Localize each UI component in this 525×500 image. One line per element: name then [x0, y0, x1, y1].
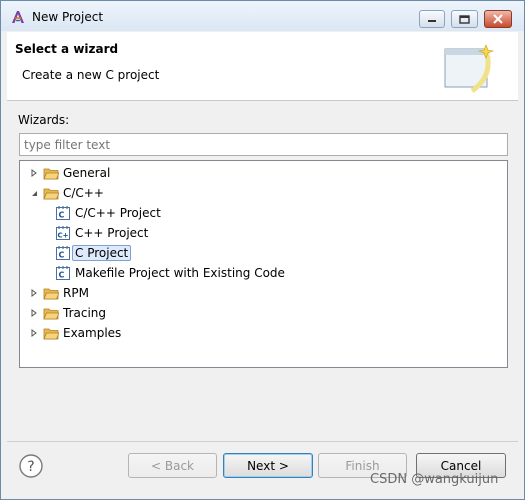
- wizard-tree[interactable]: General C/C++ C C/C++ Project C+ C++ Pro…: [19, 160, 508, 368]
- tree-item-label: Examples: [63, 326, 122, 340]
- tree-item-examples[interactable]: Examples: [28, 323, 121, 343]
- window-title: New Project: [32, 10, 104, 24]
- minimize-button[interactable]: [419, 10, 445, 28]
- tree-item-label: C/C++: [63, 186, 104, 200]
- folder-icon: [43, 168, 59, 180]
- tree-item-label: RPM: [63, 286, 89, 300]
- maximize-button[interactable]: [451, 10, 478, 28]
- new-wizard-banner-icon: [444, 44, 494, 93]
- tree-item-c-cpp[interactable]: C/C++: [28, 183, 104, 203]
- close-button[interactable]: [484, 10, 512, 28]
- tree-item-c-project[interactable]: C C Project: [55, 243, 132, 263]
- wizard-content: Wizards: General C/C++ C C/C++ Project C…: [7, 101, 518, 438]
- expand-arrow-icon[interactable]: [28, 287, 40, 299]
- tree-item-tracing[interactable]: Tracing: [28, 303, 106, 323]
- cpp-project-icon: C+: [56, 226, 70, 240]
- eclipse-app-icon: [12, 11, 24, 23]
- new-project-dialog: New Project Select a wizard Create a new…: [0, 0, 525, 500]
- maximize-icon: [459, 14, 470, 24]
- header-title: Select a wizard: [15, 42, 119, 56]
- title-bar[interactable]: New Project: [1, 1, 524, 31]
- tree-item-label: C/C++ Project: [75, 206, 161, 220]
- collapse-arrow-icon[interactable]: [28, 187, 40, 199]
- back-button[interactable]: < Back: [128, 453, 217, 478]
- tree-item-label: C++ Project: [75, 226, 149, 240]
- tree-item-general[interactable]: General: [28, 163, 110, 183]
- filter-input[interactable]: [19, 133, 508, 156]
- tree-item-label: General: [63, 166, 111, 180]
- tree-item-makefile-project[interactable]: C Makefile Project with Existing Code: [55, 263, 285, 283]
- watermark-text: CSDN @wangkuijun: [370, 472, 499, 487]
- svg-text:C: C: [59, 271, 65, 280]
- header-description: Create a new C project: [22, 68, 160, 82]
- makefile-project-icon: C: [56, 266, 70, 280]
- tree-item-cpp-project[interactable]: C+ C++ Project: [55, 223, 148, 243]
- expand-arrow-icon[interactable]: [28, 307, 40, 319]
- tree-item-label: Tracing: [63, 306, 107, 320]
- svg-text:C: C: [59, 211, 65, 220]
- folder-icon: [43, 328, 59, 340]
- expand-arrow-icon[interactable]: [28, 167, 40, 179]
- tree-item-rpm[interactable]: RPM: [28, 283, 89, 303]
- tree-item-label: Makefile Project with Existing Code: [75, 266, 285, 280]
- next-button[interactable]: Next >: [223, 453, 313, 478]
- expand-arrow-icon[interactable]: [28, 327, 40, 339]
- svg-text:C: C: [59, 251, 65, 260]
- svg-text:C+: C+: [58, 232, 69, 240]
- close-icon: [493, 14, 503, 24]
- minimize-icon: [428, 20, 436, 22]
- wizards-label: Wizards:: [18, 113, 70, 127]
- folder-icon: [43, 288, 59, 300]
- wizard-header: Select a wizard Create a new C project: [7, 32, 518, 101]
- svg-text:?: ?: [27, 459, 34, 475]
- c-project-icon: C: [56, 206, 70, 220]
- tree-item-label-selected: C Project: [72, 245, 132, 261]
- help-icon[interactable]: ?: [18, 453, 44, 479]
- c-project-icon: C: [56, 246, 70, 260]
- folder-icon: [43, 308, 59, 320]
- open-folder-icon: [43, 188, 59, 200]
- tree-item-c-cpp-project[interactable]: C C/C++ Project: [55, 203, 161, 223]
